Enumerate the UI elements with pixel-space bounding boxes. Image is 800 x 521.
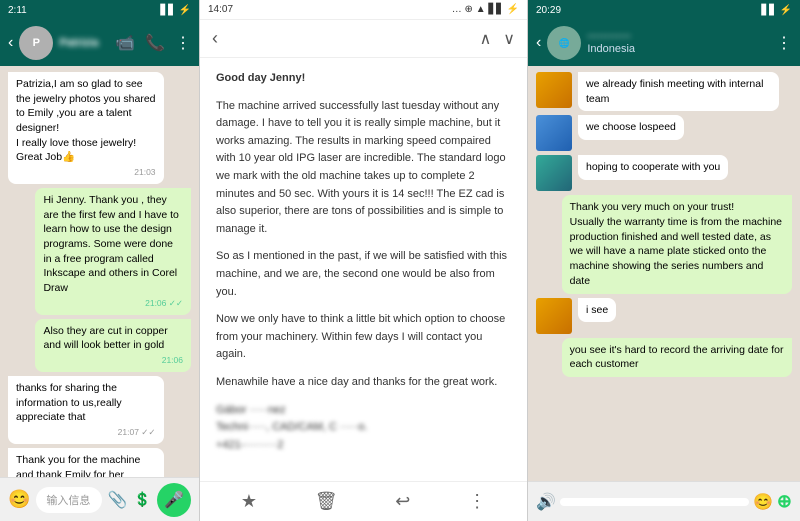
header-action-icons-1[interactable]: 📹 📞 ⋮ xyxy=(115,33,191,53)
message-input-3[interactable] xyxy=(560,498,749,506)
p3-msg-2: we choose lospeed xyxy=(536,115,684,151)
messages-3: we already finish meeting with internal … xyxy=(528,66,800,481)
status-bar-3: 20:29 ▋▋ ⚡ xyxy=(528,0,800,20)
status-bar-2: 14:07 … ⊕ ▲ ▋▋ ⚡ xyxy=(200,0,527,20)
star-icon[interactable]: ★ xyxy=(241,491,257,512)
p3-msg-3-text: hoping to cooperate with you xyxy=(578,155,728,180)
panel-email: 14:07 … ⊕ ▲ ▋▋ ⚡ ‹ ∧ ∨ Good day Jenny! T… xyxy=(200,0,528,521)
input-bar-3: 🔊 😊 ⊕ xyxy=(528,481,800,521)
emoji-icon-1[interactable]: 😊 xyxy=(8,489,30,510)
contact-info-3: ············ Indonesia xyxy=(587,31,770,55)
down-icon[interactable]: ∨ xyxy=(503,29,515,49)
thumb-3 xyxy=(536,155,572,191)
contact-info-1: Patrizia xyxy=(59,37,109,49)
avatar-1: P xyxy=(19,26,53,60)
msg-1-2: Hi Jenny. Thank you , they are the first… xyxy=(35,188,191,315)
audio-icon-3[interactable]: 🔊 xyxy=(536,492,556,512)
p3-msg-2-text: we choose lospeed xyxy=(578,115,684,140)
contact-name-3: ············ xyxy=(587,31,770,43)
thumb-1 xyxy=(536,72,572,108)
time-2: 14:07 xyxy=(208,4,233,15)
time-1: 2:11 xyxy=(8,5,27,16)
icons-2: … ⊕ ▲ ▋▋ ⚡ xyxy=(452,4,519,15)
panel-whatsapp-left: 2:11 ▋▋ ⚡ ‹ P Patrizia 📹 📞 ⋮ Patrizia,I … xyxy=(0,0,200,521)
status-bar-1: 2:11 ▋▋ ⚡ xyxy=(0,0,199,20)
p3-msg-3: hoping to cooperate with you xyxy=(536,155,728,191)
back-icon-3[interactable]: ‹ xyxy=(536,34,541,52)
email-para-1: The machine arrived successfully last tu… xyxy=(216,98,511,239)
p3-msg-5-text: i see xyxy=(578,298,616,323)
more-icon-3[interactable]: ⋮ xyxy=(776,33,792,53)
email-footer: ★ 🗑 ↩ ⋮ xyxy=(200,481,527,521)
avatar-3: 🌐 xyxy=(547,26,581,60)
email-para-3: Now we only have to think a little bit w… xyxy=(216,311,511,364)
email-nav: ‹ ∧ ∨ xyxy=(200,20,527,58)
mic-button-1[interactable]: 🎤 xyxy=(157,483,191,517)
email-para-2: So as I mentioned in the past, if we wil… xyxy=(216,248,511,301)
messages-1: Patrizia,I am so glad to see the jewelry… xyxy=(0,66,199,477)
time-3: 20:29 xyxy=(536,5,561,16)
icons-3: ▋▋ ⚡ xyxy=(761,5,792,16)
contact-region: Indonesia xyxy=(587,43,770,55)
panel-whatsapp-right: 20:29 ▋▋ ⚡ ‹ 🌐 ············ Indonesia ⋮ … xyxy=(528,0,800,521)
email-greeting: Good day Jenny! xyxy=(216,70,511,88)
msg-1-4: thanks for sharing the information to us… xyxy=(8,376,164,444)
emoji-icon-3[interactable]: 😊 xyxy=(753,492,773,512)
up-icon[interactable]: ∧ xyxy=(480,29,492,49)
dollar-icon-1[interactable]: 💲 xyxy=(134,491,151,508)
email-para-4: Menawhile have a nice day and thanks for… xyxy=(216,374,511,392)
msg-1-1: Patrizia,I am so glad to see the jewelry… xyxy=(8,72,164,184)
p3-msg-5: i see xyxy=(536,298,616,334)
add-icon-3[interactable]: ⊕ xyxy=(777,491,792,512)
chat-header-3: ‹ 🌐 ············ Indonesia ⋮ xyxy=(528,20,800,66)
msg-1-5: Thank you for the machine and thank Emil… xyxy=(8,448,164,477)
thumb-4 xyxy=(536,298,572,334)
contact-name-1: Patrizia xyxy=(59,37,109,49)
email-signature: Gábor ·····nezTechni·····, CAD/CAM, C ··… xyxy=(216,402,511,455)
email-body: Good day Jenny! The machine arrived succ… xyxy=(200,58,527,481)
p3-msg-1: we already finish meeting with internal … xyxy=(536,72,779,111)
chat-header-1[interactable]: ‹ P Patrizia 📹 📞 ⋮ xyxy=(0,20,199,66)
p3-msg-1-text: we already finish meeting with internal … xyxy=(578,72,779,111)
delete-icon[interactable]: 🗑 xyxy=(315,491,338,512)
p3-msg-4: Thank you very much on your trust!Usuall… xyxy=(562,195,792,293)
back-icon-email[interactable]: ‹ xyxy=(212,28,218,49)
icons-1: ▋▋ ⚡ xyxy=(160,5,191,16)
reply-icon[interactable]: ↩ xyxy=(395,491,410,512)
back-icon-1[interactable]: ‹ xyxy=(8,34,13,52)
more-icon-email[interactable]: ⋮ xyxy=(468,491,486,512)
video-icon[interactable]: 📹 xyxy=(115,33,135,53)
email-nav-icons: ∧ ∨ xyxy=(480,29,515,49)
input-bar-1: 😊 输入信息 📎 💲 🎤 xyxy=(0,477,199,521)
p3-msg-6: you see it's hard to record the arriving… xyxy=(562,338,792,377)
message-input-1[interactable]: 输入信息 xyxy=(36,487,101,513)
thumb-2 xyxy=(536,115,572,151)
call-icon[interactable]: 📞 xyxy=(145,33,165,53)
attach-icon-1[interactable]: 📎 xyxy=(108,490,128,510)
more-icon-1[interactable]: ⋮ xyxy=(175,33,191,53)
msg-1-3: Also they are cut in copper and will loo… xyxy=(35,319,191,372)
